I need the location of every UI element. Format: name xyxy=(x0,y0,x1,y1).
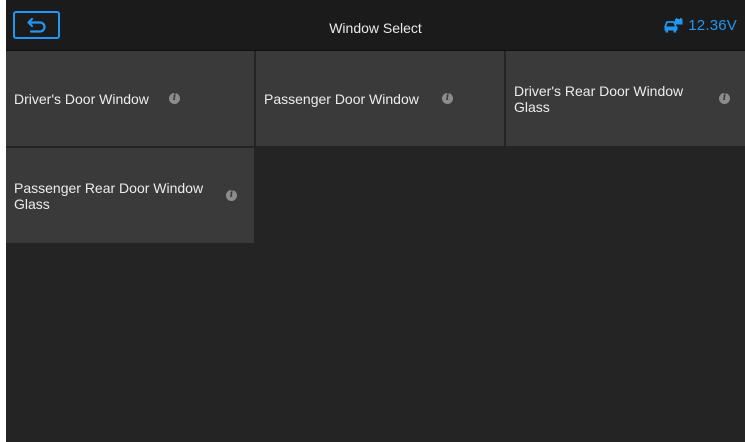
option-label: Passenger Door Window xyxy=(264,90,419,107)
option-label: Passenger Rear Door Window Glass xyxy=(14,179,204,212)
info-icon[interactable]: i xyxy=(719,93,730,104)
option-drivers-rear-door-window-glass[interactable]: Driver's Rear Door Window Glass i xyxy=(506,51,745,146)
voltage-value: 12.36V xyxy=(688,17,737,34)
diagnostic-screen: Window Select 12.36V Driver's Door Windo… xyxy=(6,0,745,442)
option-passenger-door-window[interactable]: Passenger Door Window i xyxy=(256,51,504,146)
info-icon[interactable]: i xyxy=(169,93,180,104)
car-battery-icon xyxy=(664,18,683,33)
option-label: Driver's Door Window xyxy=(14,90,149,107)
option-drivers-door-window[interactable]: Driver's Door Window i xyxy=(6,51,254,146)
info-icon[interactable]: i xyxy=(226,190,237,201)
page-title: Window Select xyxy=(329,20,422,36)
battery-voltage-indicator: 12.36V xyxy=(664,17,737,34)
option-label: Driver's Rear Door Window Glass xyxy=(514,82,684,115)
option-passenger-rear-door-window-glass[interactable]: Passenger Rear Door Window Glass i xyxy=(6,148,254,243)
header-bar: Window Select 12.36V xyxy=(6,0,745,51)
info-icon[interactable]: i xyxy=(442,93,453,104)
